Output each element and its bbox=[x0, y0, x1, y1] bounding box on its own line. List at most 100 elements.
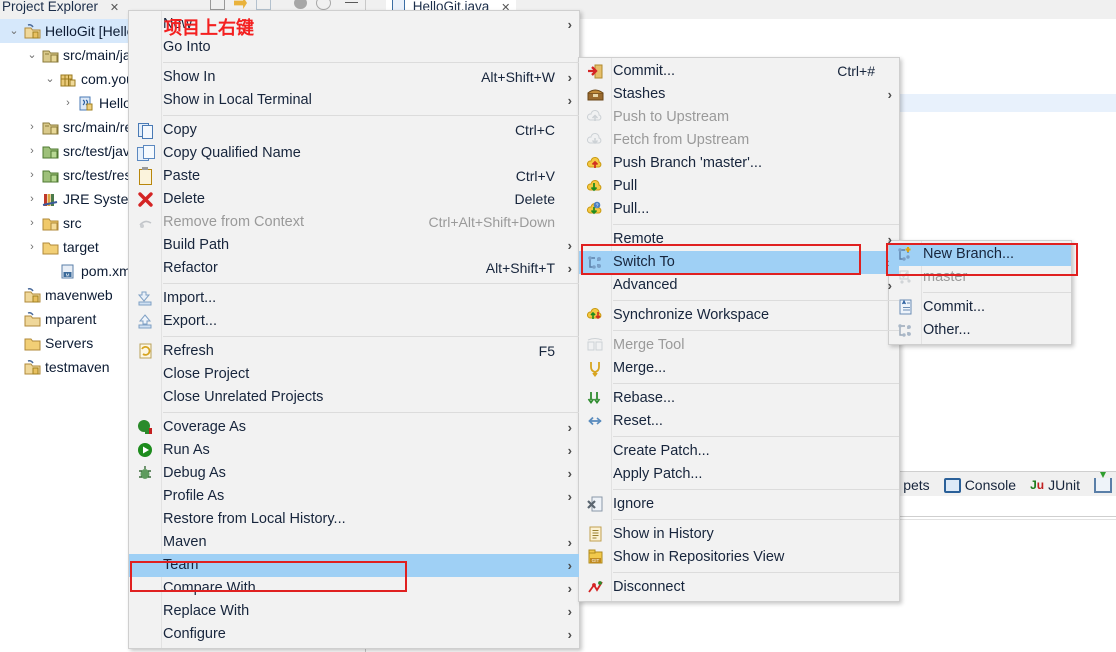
menu-item-label: Apply Patch... bbox=[613, 466, 703, 482]
view-menu-icon[interactable] bbox=[316, 0, 331, 10]
pull-dialog-icon: ? bbox=[586, 201, 604, 218]
menu-item-create-patch[interactable]: Create Patch... bbox=[579, 440, 899, 463]
chevron-right-icon[interactable]: › bbox=[26, 211, 38, 235]
menu-item-coverage-as[interactable]: Coverage As › bbox=[129, 416, 579, 439]
project-context-menu[interactable]: New › Go Into Show In Alt+Shift+W › Show in Lo… bbox=[128, 10, 580, 649]
minimize-icon[interactable]: — bbox=[345, 0, 358, 9]
link-editor-icon[interactable] bbox=[234, 0, 247, 9]
collapse-all-icon[interactable] bbox=[210, 0, 225, 10]
menu-item-new-branch[interactable]: New Branch... bbox=[889, 243, 1071, 266]
menu-item-team[interactable]: Team › bbox=[129, 554, 579, 577]
menu-item-commit[interactable]: Commit... Ctrl+# bbox=[579, 60, 899, 83]
menu-item-advanced[interactable]: Advanced › bbox=[579, 274, 899, 297]
menu-item-show-in-local-terminal[interactable]: Show in Local Terminal › bbox=[129, 89, 579, 112]
menu-item-show-in-repositories-view[interactable]: GIT Show in Repositories View bbox=[579, 546, 899, 569]
tab-snippets-label: pets bbox=[903, 477, 930, 493]
menu-item-refresh[interactable]: Refresh F5 bbox=[129, 340, 579, 363]
menu-item-delete[interactable]: Delete Delete bbox=[129, 188, 579, 211]
switch-to-submenu[interactable]: New Branch... master Commit... Other... bbox=[888, 240, 1072, 345]
menu-item-label: Remove from Context bbox=[163, 214, 305, 230]
tree-item-label: mavenweb bbox=[45, 287, 113, 303]
chevron-down-icon[interactable]: ⌄ bbox=[44, 67, 56, 91]
menu-item-label: Import... bbox=[163, 290, 217, 306]
delete-x-icon bbox=[137, 191, 154, 208]
disconnect-icon bbox=[587, 579, 604, 596]
menu-item-paste[interactable]: Paste Ctrl+V bbox=[129, 165, 579, 188]
menu-item-maven[interactable]: Maven › bbox=[129, 531, 579, 554]
menu-item-copy[interactable]: Copy Ctrl+C bbox=[129, 119, 579, 142]
view-filter-icon[interactable] bbox=[256, 0, 271, 10]
menu-item-ignore[interactable]: Ignore bbox=[579, 493, 899, 516]
chevron-down-icon[interactable]: ⌄ bbox=[8, 19, 20, 43]
menu-item-configure[interactable]: Configure › bbox=[129, 623, 579, 646]
tab-snippets[interactable]: pets bbox=[899, 477, 929, 493]
menu-item-merge[interactable]: Merge... bbox=[579, 357, 899, 380]
menu-item-restore-from-local-history[interactable]: Restore from Local History... bbox=[129, 508, 579, 531]
menu-item-build-path[interactable]: Build Path › bbox=[129, 234, 579, 257]
menu-item-import[interactable]: Import... bbox=[129, 287, 579, 310]
menu-item-pull[interactable]: Pull bbox=[579, 175, 899, 198]
export-icon bbox=[137, 313, 154, 330]
tab-console[interactable]: Console bbox=[943, 477, 1016, 493]
menu-item-copy-qualified-name[interactable]: Copy Qualified Name bbox=[129, 142, 579, 165]
tab-project-explorer[interactable]: Project Explorer ✕ bbox=[2, 0, 119, 18]
chevron-right-icon[interactable]: › bbox=[26, 163, 38, 187]
team-submenu[interactable]: Commit... Ctrl+# Stashes › Push to Upstream F… bbox=[578, 57, 900, 602]
menu-separator bbox=[163, 283, 579, 284]
history-icon bbox=[587, 526, 604, 543]
menu-item-refactor[interactable]: Refactor Alt+Shift+T › bbox=[129, 257, 579, 280]
chevron-right-icon: › bbox=[567, 420, 572, 435]
menu-item-close-project[interactable]: Close Project bbox=[129, 363, 579, 386]
annotation-text: 项目上右键 bbox=[164, 18, 254, 39]
menu-item-push-to-upstream: Push to Upstream bbox=[579, 106, 899, 129]
menu-item-apply-patch[interactable]: Apply Patch... bbox=[579, 463, 899, 486]
menu-item-pull[interactable]: ? Pull... bbox=[579, 198, 899, 221]
chevron-right-icon[interactable]: › bbox=[26, 115, 38, 139]
menu-item-replace-with[interactable]: Replace With › bbox=[129, 600, 579, 623]
menu-item-run-as[interactable]: Run As › bbox=[129, 439, 579, 462]
menu-item-commit[interactable]: Commit... bbox=[889, 296, 1071, 319]
menu-separator bbox=[613, 519, 899, 520]
chevron-right-icon: › bbox=[887, 87, 892, 102]
menu-item-stashes[interactable]: Stashes › bbox=[579, 83, 899, 106]
new-branch-icon bbox=[897, 246, 914, 263]
menu-item-show-in[interactable]: Show In Alt+Shift+W › bbox=[129, 66, 579, 89]
menu-item-disconnect[interactable]: Disconnect bbox=[579, 576, 899, 599]
menu-item-push-branch-master[interactable]: Push Branch 'master'... bbox=[579, 152, 899, 175]
tab-git-staging[interactable] bbox=[1094, 471, 1112, 493]
menu-item-profile-as[interactable]: Profile As › bbox=[129, 485, 579, 508]
menu-item-close-unrelated-projects[interactable]: Close Unrelated Projects bbox=[129, 386, 579, 409]
chevron-right-icon[interactable]: › bbox=[26, 235, 38, 259]
chevron-right-icon: › bbox=[567, 535, 572, 550]
menu-item-switch-to[interactable]: Switch To› bbox=[579, 251, 899, 274]
menu-item-rebase[interactable]: Rebase... bbox=[579, 387, 899, 410]
chevron-right-icon[interactable]: › bbox=[26, 187, 38, 211]
menu-item-label: Refresh bbox=[163, 343, 214, 359]
push-branch-icon bbox=[586, 155, 604, 172]
close-icon[interactable]: ✕ bbox=[110, 2, 119, 14]
menu-item-remote[interactable]: Remote › bbox=[579, 228, 899, 251]
tab-junit[interactable]: Ju JUnit bbox=[1030, 477, 1080, 493]
menu-item-export[interactable]: Export... bbox=[129, 310, 579, 333]
svg-text:?: ? bbox=[596, 203, 599, 209]
menu-item-label: Advanced bbox=[613, 277, 678, 293]
menu-separator bbox=[163, 412, 579, 413]
menu-item-debug-as[interactable]: Debug As › bbox=[129, 462, 579, 485]
chevron-down-icon[interactable]: ⌄ bbox=[26, 43, 38, 67]
chevron-right-icon[interactable]: › bbox=[62, 91, 74, 115]
menu-item-remove-from-context: Remove from Context Ctrl+Alt+Shift+Down bbox=[129, 211, 579, 234]
java-file-icon bbox=[78, 95, 95, 111]
menu-item-synchronize-workspace[interactable]: Synchronize Workspace bbox=[579, 304, 899, 327]
menu-item-label: Compare With bbox=[163, 580, 256, 596]
menu-item-reset[interactable]: Reset... bbox=[579, 410, 899, 433]
focus-icon[interactable] bbox=[294, 0, 307, 9]
chevron-right-icon[interactable]: › bbox=[26, 139, 38, 163]
menu-item-show-in-history[interactable]: Show in History bbox=[579, 523, 899, 546]
test-source-folder-icon bbox=[42, 167, 59, 183]
menu-item-other[interactable]: Other... bbox=[889, 319, 1071, 342]
commit-icon bbox=[587, 63, 604, 80]
menu-item-compare-with[interactable]: Compare With › bbox=[129, 577, 579, 600]
menu-item-label: Commit... bbox=[923, 299, 986, 315]
menu-item-label: Build Path bbox=[163, 237, 230, 253]
menu-item-label: Remote bbox=[613, 231, 664, 247]
